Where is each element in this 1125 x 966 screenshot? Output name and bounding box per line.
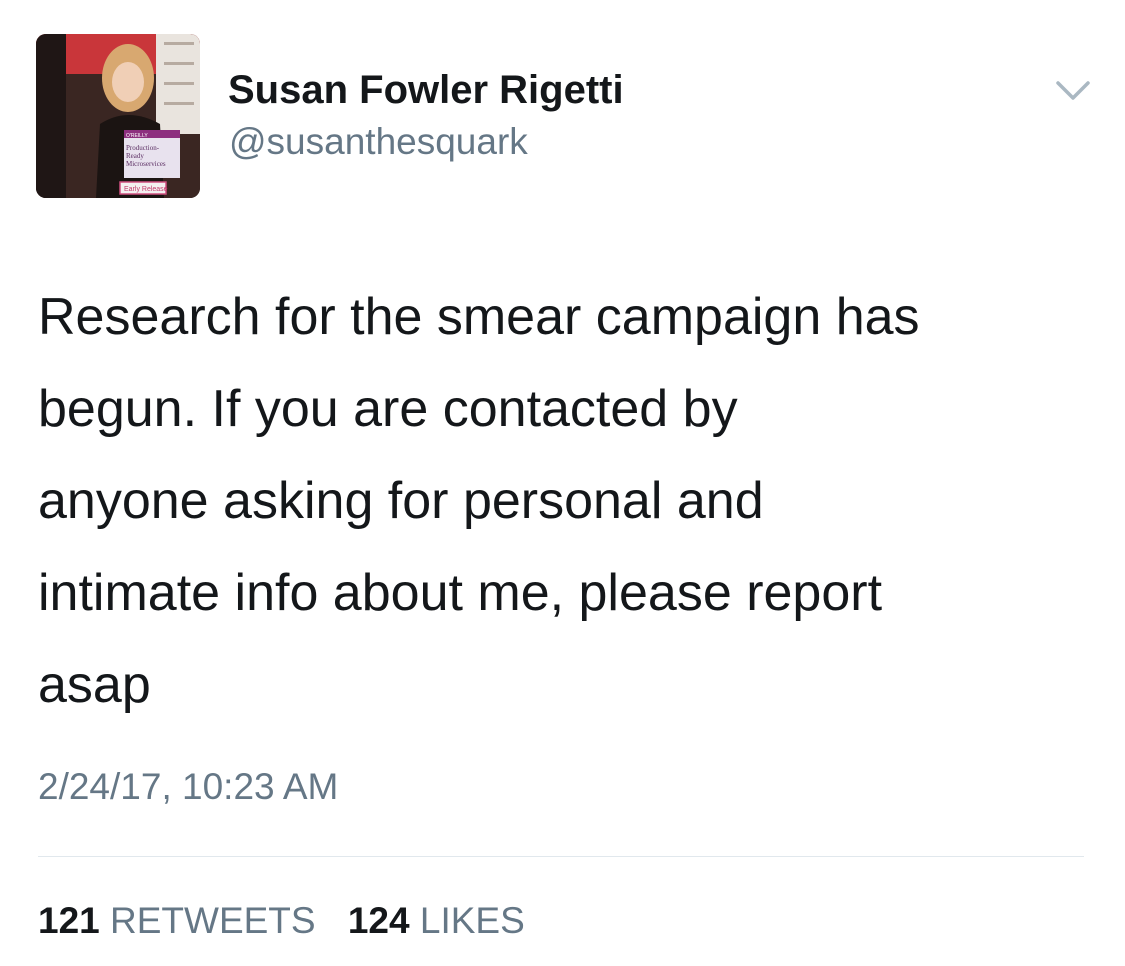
chevron-down-icon bbox=[1056, 81, 1090, 100]
book-badge: Early Release bbox=[124, 186, 168, 193]
tweet-menu-button[interactable] bbox=[1054, 78, 1092, 104]
retweets-stat[interactable]: 121 RETWEETS bbox=[38, 898, 316, 944]
retweets-label: RETWEETS bbox=[110, 900, 316, 941]
book-title-line3: Microservices bbox=[126, 160, 166, 168]
tweet-text: Research for the smear campaign has begu… bbox=[38, 288, 920, 714]
tweet-timestamp[interactable]: 2/24/17, 10:23 AM bbox=[38, 764, 338, 810]
likes-count: 124 bbox=[347, 900, 410, 941]
author-handle[interactable]: @susanthesquark bbox=[229, 120, 528, 164]
divider bbox=[38, 856, 1084, 857]
retweets-count: 121 bbox=[38, 900, 100, 941]
book-title-line2: Ready bbox=[126, 152, 144, 160]
likes-stat[interactable]: 124 LIKES bbox=[348, 898, 525, 944]
book-title-line1: Production- bbox=[126, 144, 160, 152]
book-brand: O'REILLY bbox=[126, 133, 148, 139]
likes-label: LIKES bbox=[419, 900, 525, 941]
tweet-stats: 121 RETWEETS 124 LIKES bbox=[38, 898, 525, 944]
author-display-name[interactable]: Susan Fowler Rigetti bbox=[228, 66, 624, 114]
avatar-photo: O'REILLY Production- Ready Microservices… bbox=[36, 34, 200, 198]
avatar[interactable]: O'REILLY Production- Ready Microservices… bbox=[36, 34, 200, 198]
